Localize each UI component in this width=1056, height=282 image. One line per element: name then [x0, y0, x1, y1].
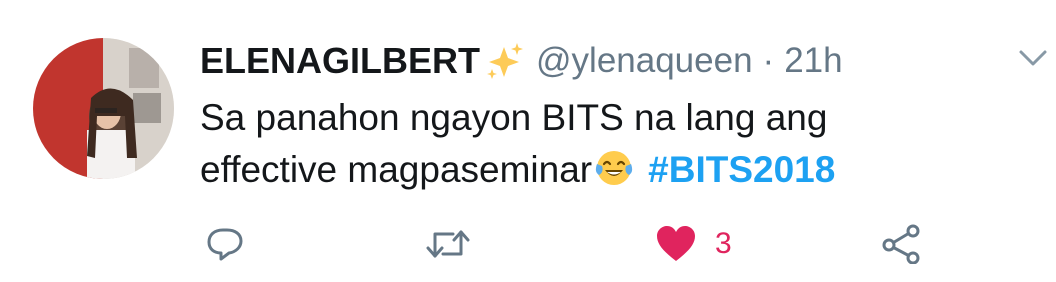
tweet-text-line-1: Sa panahon ngayon BITS na lang ang — [200, 97, 828, 138]
share-button[interactable] — [880, 222, 922, 266]
display-name[interactable]: ELENAGILBERT — [200, 40, 480, 82]
tweet[interactable]: ELENAGILBERT @ylenaqueen · 21h Sa panaho… — [0, 0, 1056, 282]
heart-icon — [657, 226, 695, 261]
tweet-text-content: effective magpaseminar — [200, 149, 593, 190]
tweet-text-line-2: effective magpaseminar #BITS2018 — [200, 144, 1020, 196]
sparkles-icon — [484, 41, 524, 81]
tweet-text: Sa panahon ngayon BITS na lang ang effec… — [200, 92, 1020, 196]
retweet-button[interactable] — [425, 222, 471, 266]
like-count: 3 — [715, 227, 732, 260]
reply-icon — [207, 228, 243, 261]
avatar[interactable] — [33, 38, 174, 179]
chevron-down-icon[interactable] — [1018, 48, 1048, 68]
retweet-icon — [426, 230, 470, 258]
share-icon — [882, 224, 920, 264]
like-button[interactable]: 3 — [655, 222, 732, 266]
reply-button[interactable] — [205, 222, 245, 266]
timestamp[interactable]: 21h — [784, 41, 842, 81]
user-handle[interactable]: @ylenaqueen — [536, 41, 753, 81]
separator-dot: · — [762, 41, 775, 80]
hashtag-link[interactable]: #BITS2018 — [648, 149, 835, 190]
tweet-header: ELENAGILBERT @ylenaqueen · 21h — [200, 36, 843, 86]
face-with-tears-of-joy-icon — [594, 148, 634, 188]
